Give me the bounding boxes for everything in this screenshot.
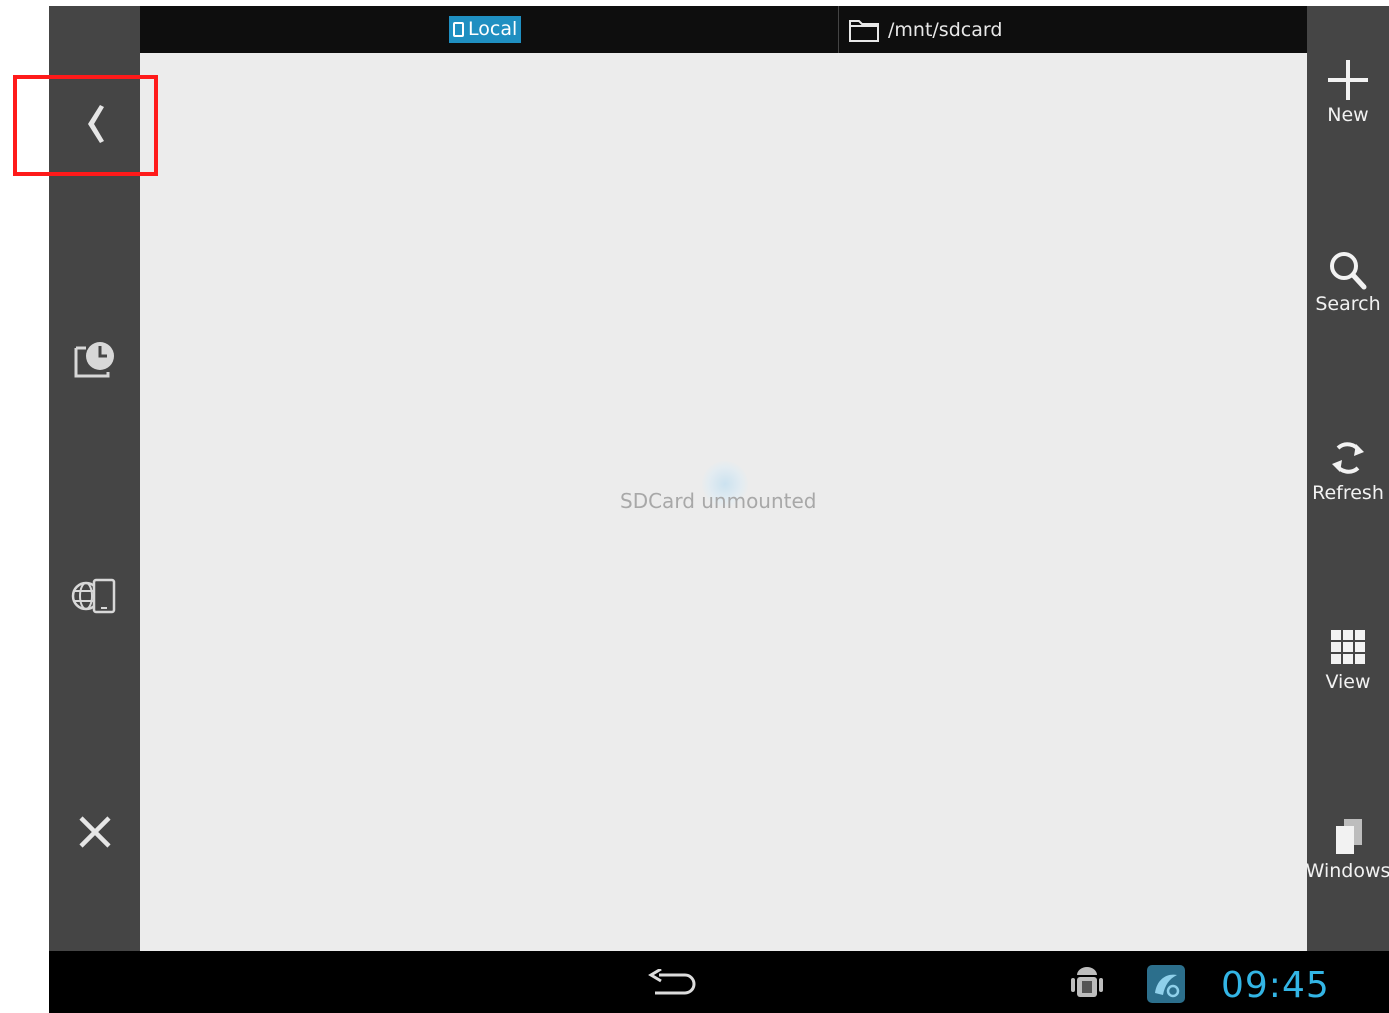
system-clock: 09:45 — [1221, 965, 1330, 1006]
breadcrumb[interactable]: /mnt/sdcard — [848, 16, 1002, 43]
empty-state-message: SDCard unmounted — [620, 489, 817, 513]
recent-history-button[interactable] — [49, 336, 140, 380]
system-navigation-bar: 09:45 — [49, 951, 1389, 1013]
close-button[interactable] — [49, 812, 140, 852]
network-device-icon — [71, 578, 115, 614]
search-label: Search — [1315, 293, 1381, 315]
annotation-highlight-box — [13, 75, 158, 176]
windows-icon — [1336, 819, 1362, 854]
divider — [838, 6, 839, 53]
file-list-area: SDCard unmounted — [140, 53, 1307, 951]
refresh-label: Refresh — [1312, 482, 1384, 504]
tablet-screen: Local /mnt/sdcard SDCard unmounted New S… — [49, 6, 1389, 1013]
search-icon — [1330, 252, 1367, 290]
refresh-icon — [1332, 442, 1364, 474]
new-button[interactable]: New — [1307, 58, 1389, 126]
phone-icon — [453, 22, 464, 37]
grid-view-icon — [1331, 630, 1365, 664]
network-device-button[interactable] — [49, 576, 140, 616]
view-label: View — [1325, 671, 1371, 693]
folder-icon — [849, 19, 879, 42]
app-notification-icon — [1147, 965, 1185, 1003]
back-icon[interactable] — [647, 969, 699, 999]
location-bar: Local /mnt/sdcard — [140, 6, 1307, 53]
new-label: New — [1327, 104, 1369, 126]
search-button[interactable]: Search — [1307, 249, 1389, 315]
current-path: /mnt/sdcard — [888, 18, 1003, 41]
close-icon — [78, 816, 111, 848]
refresh-button[interactable]: Refresh — [1307, 438, 1389, 504]
plus-icon — [1328, 60, 1368, 100]
windows-button[interactable]: Windows — [1305, 816, 1389, 882]
android-debug-icon — [1071, 967, 1103, 997]
view-button[interactable]: View — [1307, 627, 1389, 693]
tab-local-label: Local — [468, 18, 518, 40]
recent-history-icon — [74, 342, 114, 378]
tab-local[interactable]: Local — [449, 16, 522, 43]
windows-label: Windows — [1305, 860, 1389, 882]
